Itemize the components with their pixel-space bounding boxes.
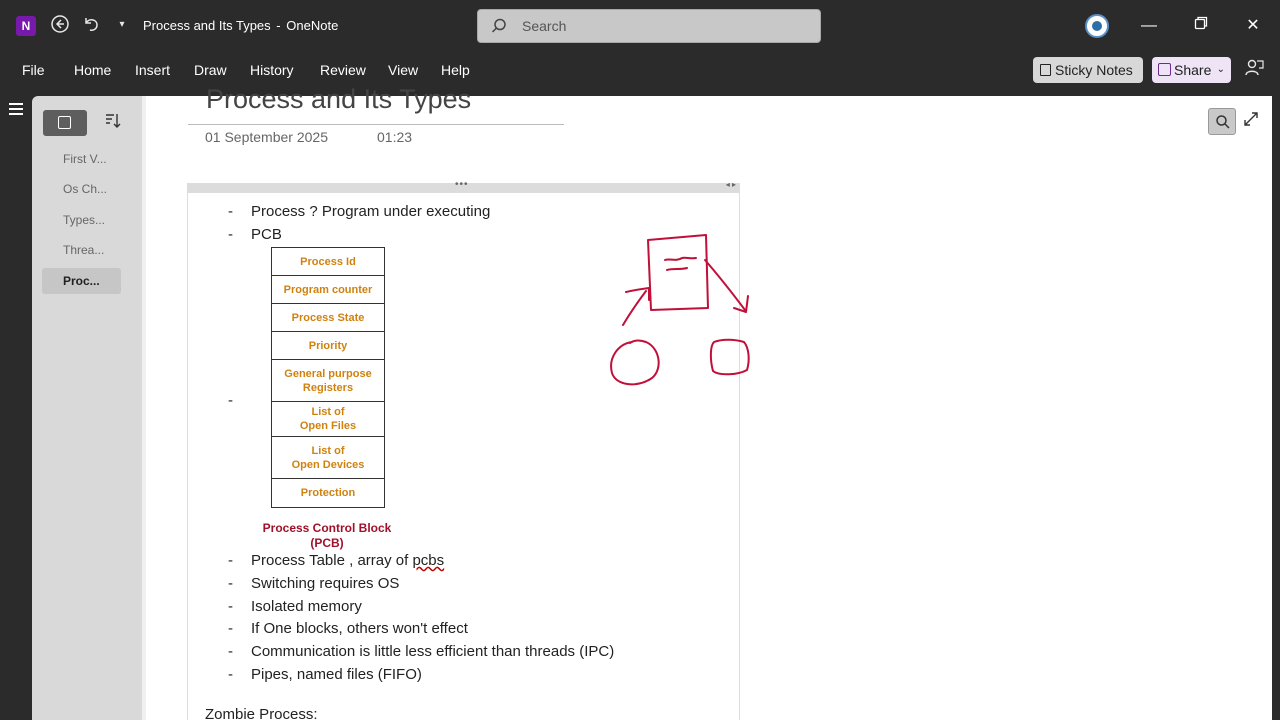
menu-view[interactable]: View	[388, 62, 418, 78]
pcb-row: Process Id	[272, 248, 384, 276]
title-underline	[188, 124, 564, 125]
restore-icon[interactable]	[1189, 14, 1213, 38]
minimize-icon[interactable]: —	[1137, 14, 1161, 38]
search-icon	[491, 18, 506, 33]
add-page-icon	[58, 116, 71, 129]
window-title: Process and Its Types - OneNote	[143, 18, 338, 33]
list-item[interactable]: - Process ? Program under executing	[228, 203, 490, 220]
hamburger-menu-icon[interactable]	[9, 103, 23, 115]
menu-draw[interactable]: Draw	[194, 62, 227, 78]
pcb-caption: Process Control Block (PCB)	[256, 521, 398, 551]
pcb-diagram: Process Id Program counter Process State…	[271, 247, 385, 508]
share-icon	[1158, 63, 1171, 76]
page-date: 01 September 2025	[205, 129, 328, 145]
pcb-caption-line2: (PCB)	[310, 536, 344, 550]
sticky-note-icon	[1040, 64, 1051, 76]
pcb-row: Program counter	[272, 276, 384, 304]
page-search-button[interactable]	[1208, 108, 1236, 135]
list-item[interactable]: - Pipes, named files (FIFO)	[228, 666, 422, 683]
quick-access-dropdown-icon[interactable]: ▾	[111, 14, 133, 36]
sticky-notes-label: Sticky Notes	[1055, 62, 1133, 78]
pcb-row: Priority	[272, 332, 384, 360]
note-container-handle[interactable]: ••• ◂ ▸	[187, 179, 740, 193]
add-page-button[interactable]	[43, 110, 87, 136]
menu-insert[interactable]: Insert	[135, 62, 170, 78]
undo-icon[interactable]	[80, 14, 102, 36]
sort-pages-icon[interactable]	[103, 112, 123, 134]
list-item[interactable]: - Process Table , array of pcbs	[228, 552, 444, 569]
list-item[interactable]: - If One blocks, others won't effect	[228, 620, 468, 637]
expand-icon[interactable]	[1243, 111, 1263, 131]
share-label: Share	[1174, 62, 1212, 78]
app-name: OneNote	[286, 18, 339, 33]
search-input[interactable]: Search	[477, 9, 821, 43]
pcb-row: Protection	[300, 487, 356, 499]
page-item-os-ch[interactable]: Os Ch...	[42, 176, 121, 202]
pcb-caption-line1: Process Control Block	[262, 521, 392, 535]
close-icon[interactable]: ✕	[1241, 14, 1265, 38]
magnifier-icon	[1216, 115, 1230, 129]
pcb-row: List of Open Devices	[272, 437, 384, 479]
menu-home[interactable]: Home	[74, 62, 111, 78]
page-item-types[interactable]: Types...	[42, 207, 121, 233]
list-item-dash[interactable]: -	[228, 392, 251, 409]
list-item[interactable]: - Isolated memory	[228, 598, 362, 615]
pcb-row: Process State	[272, 304, 384, 332]
title-separator: -	[276, 18, 281, 33]
back-icon[interactable]	[49, 14, 71, 36]
title-bar: N ▾ Process and Its Types - OneNote Sear…	[0, 0, 1280, 52]
menu-file[interactable]: File	[22, 62, 45, 78]
page-item-threa[interactable]: Threa...	[42, 237, 121, 263]
navigation-strip	[0, 88, 32, 720]
list-item[interactable]: - Communication is little less efficient …	[228, 643, 614, 660]
document-title: Process and Its Types	[143, 18, 271, 33]
page-item-proc[interactable]: Proc...	[42, 268, 121, 294]
search-placeholder: Search	[522, 18, 567, 34]
share-button[interactable]: Share ⌄	[1152, 57, 1231, 83]
drag-handle-icon[interactable]: •••	[455, 179, 469, 190]
menu-history[interactable]: History	[250, 62, 294, 78]
pcb-row: General purpose Registers	[272, 360, 384, 402]
presenter-icon[interactable]	[1244, 58, 1266, 82]
zombie-process-heading[interactable]: Zombie Process:	[205, 706, 318, 720]
onenote-logo-icon: N	[16, 16, 36, 36]
menu-help[interactable]: Help	[441, 62, 470, 78]
menu-review[interactable]: Review	[320, 62, 366, 78]
chevron-down-icon: ⌄	[1216, 64, 1225, 75]
resize-arrows-icon[interactable]: ◂ ▸	[726, 180, 736, 189]
misspelled-word[interactable]: pcbs	[412, 552, 444, 569]
page-item-first-v[interactable]: First V...	[42, 146, 121, 172]
page-title[interactable]: Process and Its Types	[206, 84, 471, 115]
list-item[interactable]: - Switching requires OS	[228, 575, 399, 592]
pcb-row: List of Open Files	[272, 402, 384, 437]
page-time: 01:23	[377, 129, 413, 145]
account-avatar[interactable]	[1085, 14, 1109, 38]
sticky-notes-button[interactable]: Sticky Notes	[1033, 57, 1143, 83]
ink-drawing[interactable]	[600, 228, 760, 393]
list-item[interactable]: - PCB	[228, 226, 282, 243]
